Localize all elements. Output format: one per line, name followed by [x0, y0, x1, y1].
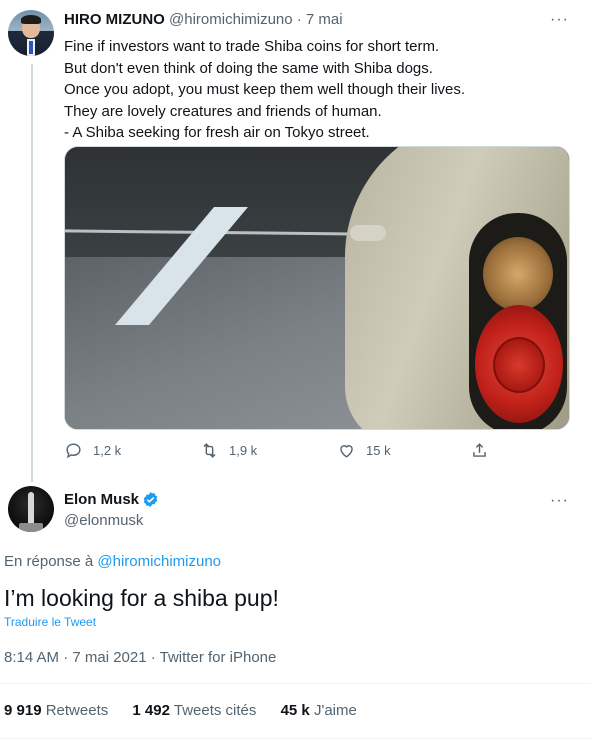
retweets-count: 9 919 — [4, 702, 42, 719]
engagement-stats: 9 919 Retweets 1 492 Tweets cités 45 k J… — [4, 702, 377, 719]
like-button[interactable]: 15 k — [337, 441, 391, 460]
reply-icon — [66, 443, 81, 459]
tweet-line: Once you adopt, you must keep them well … — [64, 81, 466, 98]
translate-link[interactable]: Traduire le Tweet — [4, 615, 96, 629]
avatar-tie — [29, 41, 33, 54]
like-icon — [340, 445, 353, 458]
author-name[interactable]: Elon Musk — [64, 491, 139, 508]
like-count: 15 k — [366, 443, 391, 458]
author-name[interactable]: HIRO MIZUNO — [64, 11, 165, 28]
avatar-rocket — [28, 492, 34, 524]
reply-count: 1,2 k — [93, 443, 122, 458]
tweet-line: - A Shiba seeking for fresh air on Tokyo… — [64, 124, 370, 141]
tweet-timestamp[interactable]: 8:14 AM · 7 mai 2021 · Twitter for iPhon… — [4, 649, 276, 666]
tweet-text: I’m looking for a shiba pup! — [4, 585, 279, 611]
reply-button[interactable]: 1,2 k — [64, 441, 121, 460]
tweet-line: Fine if investors want to trade Shiba co… — [64, 38, 440, 55]
author-handle-time[interactable]: @hiromichimizuno · 7 mai — [169, 11, 343, 28]
avatar[interactable] — [8, 10, 54, 56]
photo-tail-lamp-amber — [483, 237, 553, 311]
retweets-label: Retweets — [45, 702, 109, 719]
tweet-actions: 1,2 k 1,9 k 15 k — [64, 441, 504, 465]
reply-context: En réponse à @hiromichimizuno — [4, 553, 221, 570]
avatar-launch-pad — [19, 523, 43, 532]
likes-label: J'aime — [313, 702, 357, 719]
more-icon[interactable]: ··· — [550, 12, 569, 28]
tweet-photo[interactable] — [64, 146, 570, 430]
divider — [0, 738, 591, 739]
verified-icon — [143, 492, 158, 507]
tweet-hiro-mizuno[interactable]: HIRO MIZUNO @hiromichimizuno · 7 mai ···… — [0, 0, 591, 480]
reply-handle-link[interactable]: @hiromichimizuno — [97, 553, 221, 570]
tweet-text: Fine if investors want to trade Shiba co… — [64, 36, 574, 144]
divider — [0, 683, 591, 684]
author-handle[interactable]: @elonmusk — [64, 512, 143, 529]
retweet-count: 1,9 k — [229, 443, 258, 458]
likes-stat[interactable]: 45 k J'aime — [281, 702, 357, 719]
author-name-row: Elon Musk — [64, 491, 159, 508]
tweet-header: HIRO MIZUNO @hiromichimizuno · 7 mai — [64, 11, 343, 28]
avatar[interactable] — [8, 486, 54, 532]
retweet-icon — [203, 443, 216, 458]
likes-count: 45 k — [280, 702, 310, 719]
share-button[interactable] — [470, 441, 499, 460]
tweet-line: But don't even think of doing the same w… — [64, 59, 433, 77]
quotes-stat[interactable]: 1 492 Tweets cités — [132, 702, 256, 719]
avatar-hair — [21, 15, 41, 24]
retweet-button[interactable]: 1,9 k — [200, 441, 257, 460]
retweets-stat[interactable]: 9 919 Retweets — [4, 702, 108, 719]
photo-tail-lamp-red-center — [493, 337, 545, 393]
tweet-line: They are lovely creatures and friends of… — [64, 102, 382, 120]
more-icon[interactable]: ··· — [550, 493, 569, 509]
reply-prefix: En réponse à — [4, 553, 94, 570]
share-icon — [473, 443, 486, 457]
quotes-label: Tweets cités — [173, 702, 257, 719]
photo-car-handle — [350, 225, 386, 241]
quotes-count: 1 492 — [132, 702, 170, 719]
